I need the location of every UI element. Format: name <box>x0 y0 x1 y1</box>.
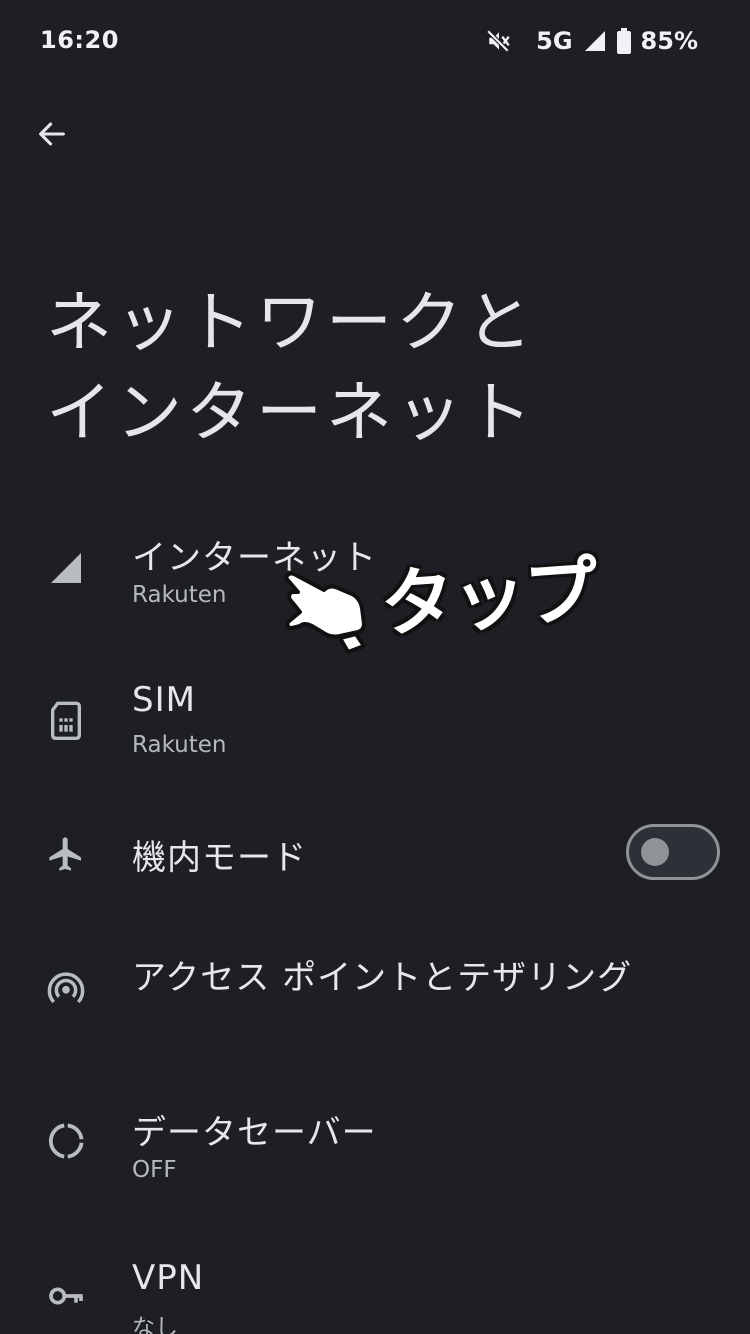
airplane-mode-title: 機内モード <box>132 838 307 878</box>
page-title-line1: ネットワークと <box>46 284 536 361</box>
signal-icon <box>51 553 81 583</box>
hotspot-icon <box>47 972 85 1004</box>
tap-annotation: タップ <box>377 547 600 649</box>
settings-item-hotspot[interactable]: アクセス ポイントとテザリング <box>0 930 750 1060</box>
internet-subtitle: Rakuten <box>132 582 227 608</box>
status-icons: 5G 85% <box>486 24 698 58</box>
settings-item-data-saver[interactable]: データセーバー OFF <box>0 1085 750 1215</box>
sim-card-icon <box>50 701 81 740</box>
data-saver-title: データセーバー <box>132 1113 377 1153</box>
pointing-hand-icon <box>284 571 366 654</box>
screen: 16:20 5G 85% ネットワークと インターネット インターネット Rak… <box>0 0 750 1334</box>
battery-level: 85% <box>640 27 698 55</box>
page-title-line2: インターネット <box>46 374 536 451</box>
data-saver-icon <box>48 1123 84 1159</box>
airplane-mode-toggle[interactable] <box>626 824 720 880</box>
arrow-left-icon <box>39 122 65 146</box>
key-icon <box>49 1287 83 1305</box>
mute-icon <box>486 29 510 53</box>
data-saver-subtitle: OFF <box>132 1157 177 1183</box>
page-title: ネットワークと インターネット <box>46 278 666 458</box>
back-button[interactable] <box>22 104 82 164</box>
airplane-icon <box>49 837 81 871</box>
settings-item-sim[interactable]: SIM Rakuten <box>0 660 750 790</box>
toggle-knob <box>641 838 669 866</box>
status-time: 16:20 <box>40 26 119 54</box>
sim-subtitle: Rakuten <box>132 732 227 758</box>
status-bar: 16:20 5G 85% <box>0 0 750 84</box>
vpn-subtitle: なし <box>132 1315 178 1334</box>
network-type: 5G <box>536 27 573 55</box>
signal-icon <box>584 31 605 51</box>
battery-icon <box>616 28 631 54</box>
settings-item-vpn[interactable]: VPN なし <box>0 1238 750 1334</box>
sim-title: SIM <box>132 680 196 720</box>
hotspot-title: アクセス ポイントとテザリング <box>132 958 633 998</box>
vpn-title: VPN <box>132 1258 205 1298</box>
